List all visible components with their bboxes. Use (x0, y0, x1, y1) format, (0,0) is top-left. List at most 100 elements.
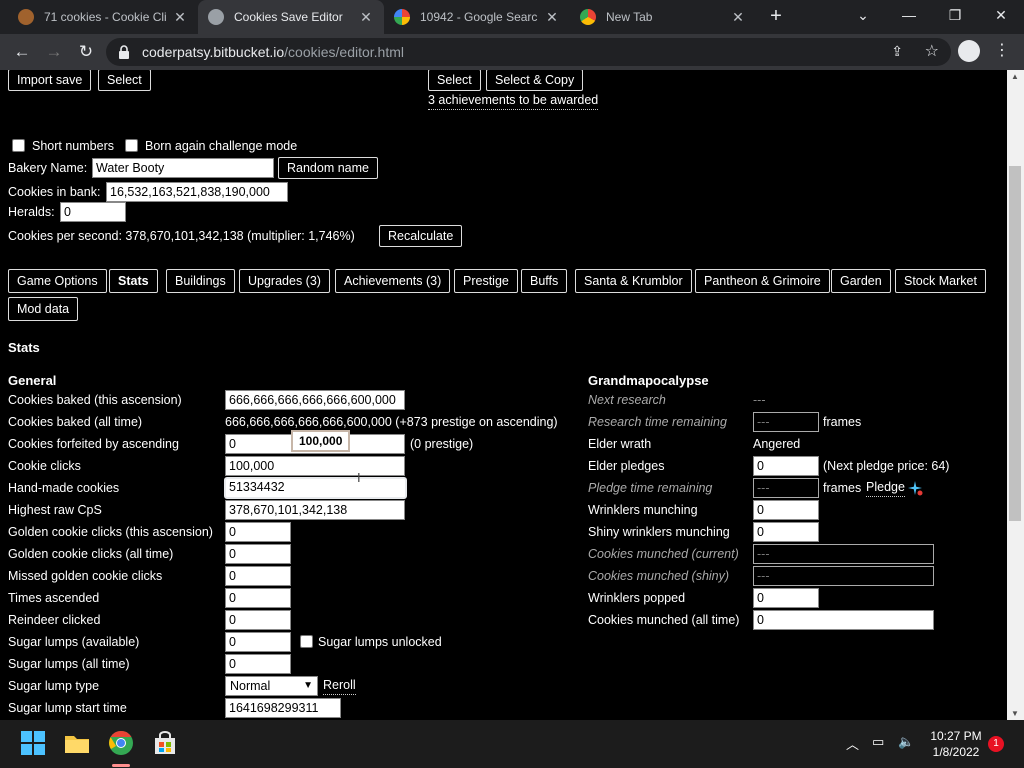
tab-santa-krumblor[interactable]: Santa & Krumblor (575, 269, 692, 293)
clock-time: 10:27 PM (930, 729, 982, 743)
cookies-in-bank-input[interactable]: 16,532,163,521,838,190,000 (106, 182, 288, 202)
new-tab-button[interactable]: + (764, 6, 788, 28)
cookies-munched-shiny-label: Cookies munched (shiny) (588, 569, 730, 583)
chevron-up-icon[interactable]: ︿ (846, 734, 859, 753)
address-bar[interactable]: coderpatsy.bitbucket.io/cookies/editor.h… (106, 38, 951, 66)
hand-made-cookies-input[interactable]: 51334432 (224, 477, 407, 499)
scroll-up-arrow-icon[interactable]: ▲ (1011, 72, 1019, 81)
recalculate-button[interactable]: Recalculate (379, 225, 463, 247)
select-copy-button[interactable]: Select & Copy (486, 70, 584, 91)
cookies-baked-all-time-value: 666,666,666,666,666,600,000 (+873 presti… (225, 415, 558, 429)
select-save-button[interactable]: Select (98, 70, 151, 91)
network-icon[interactable]: ▭ (872, 734, 884, 750)
tab-achievements[interactable]: Achievements (3) (335, 269, 451, 293)
cookies-per-second-text: Cookies per second: 378,670,101,342,138 … (8, 229, 355, 243)
wrinklers-popped-input[interactable]: 0 (753, 588, 819, 608)
tab-mod-data[interactable]: Mod data (8, 297, 79, 321)
elder-pledges-input[interactable]: 0 (753, 456, 819, 476)
page-scrollbar[interactable]: ▲ ▼ (1007, 70, 1024, 720)
cookies-baked-all-time-label: Cookies baked (all time) (8, 415, 143, 429)
sugar-lump-start-time-input[interactable]: 1641698299311 (225, 698, 341, 718)
scrollbar-thumb[interactable] (1009, 166, 1021, 521)
pledge-time-input[interactable]: --- (753, 478, 819, 498)
window-close-icon[interactable]: ✕ (978, 0, 1024, 34)
elder-wrath-value: Angered (753, 437, 801, 451)
close-icon[interactable]: ✕ (172, 9, 188, 26)
sugar-lumps-unlocked-checkbox[interactable] (300, 635, 313, 648)
scroll-down-arrow-icon[interactable]: ▼ (1011, 709, 1019, 718)
tab-garden[interactable]: Garden (831, 269, 891, 293)
times-ascended-input[interactable]: 0 (225, 588, 291, 608)
cookies-munched-all-time-input[interactable]: 0 (753, 610, 934, 630)
close-icon[interactable]: ✕ (544, 9, 560, 26)
browser-tab-save-editor[interactable]: Cookies Save Editor ✕ (198, 0, 384, 34)
bakery-name-input[interactable]: Water Booty (92, 158, 274, 178)
import-save-button[interactable]: Import save (8, 70, 92, 91)
back-arrow-icon[interactable]: ← (10, 40, 34, 64)
wrinklers-munching-label: Wrinklers munching (588, 503, 698, 517)
tab-stock-market[interactable]: Stock Market (895, 269, 986, 293)
restore-icon[interactable]: ❐ (932, 0, 978, 34)
tab-buffs[interactable]: Buffs (521, 269, 568, 293)
tab-prestige[interactable]: Prestige (454, 269, 518, 293)
taskbar-clock[interactable]: 10:27 PM 1/8/2022 (922, 728, 990, 760)
wrinklers-munching-input[interactable]: 0 (753, 500, 819, 520)
cookie-favicon-icon (18, 9, 34, 25)
grandmapocalypse-heading: Grandmapocalypse (588, 373, 709, 388)
shiny-wrinklers-input[interactable]: 0 (753, 522, 819, 542)
tab-search-chevron-icon[interactable]: ⌄ (840, 0, 886, 34)
research-time-unit: frames (823, 415, 862, 429)
close-icon[interactable]: ✕ (730, 9, 746, 26)
elder-pledges-label: Elder pledges (588, 459, 665, 473)
born-again-checkbox[interactable] (125, 139, 138, 152)
tab-title: 10942 - Google Search (420, 10, 538, 24)
minimize-icon[interactable]: — (886, 0, 932, 34)
sugar-lump-start-time-label: Sugar lump start time (8, 701, 127, 715)
tab-stats[interactable]: Stats (109, 269, 158, 293)
cookies-baked-ascension-input[interactable]: 666,666,666,666,666,600,000 (225, 390, 405, 410)
browser-tab-cookie-clicker[interactable]: 71 cookies - Cookie Cli ✕ (8, 0, 198, 34)
file-explorer-icon[interactable] (64, 730, 90, 756)
highest-raw-cps-input[interactable]: 378,670,101,342,138 (225, 500, 405, 520)
pledge-link[interactable]: Pledge (866, 478, 905, 497)
reindeer-clicked-input[interactable]: 0 (225, 610, 291, 630)
tab-upgrades[interactable]: Upgrades (3) (239, 269, 330, 293)
reroll-link[interactable]: Reroll (323, 676, 356, 695)
menu-kebab-icon[interactable]: ⋮ (992, 40, 1012, 60)
achievements-awarded-link[interactable]: 3 achievements to be awarded (428, 91, 599, 110)
sugar-lump-type-select[interactable]: Normal ▼ (225, 676, 318, 696)
reload-icon[interactable]: ↻ (74, 40, 98, 64)
sugar-lumps-unlocked-label: Sugar lumps unlocked (318, 635, 442, 649)
golden-clicks-ascension-input[interactable]: 0 (225, 522, 291, 542)
windows-taskbar: ︿ ▭ 🔈 10:27 PM 1/8/2022 1 (0, 720, 1024, 768)
bookmark-star-icon[interactable]: ☆ (925, 41, 939, 61)
chrome-taskbar-icon[interactable] (108, 730, 134, 756)
autocomplete-tooltip[interactable]: 100,000 (291, 430, 351, 452)
close-icon[interactable]: ✕ (358, 9, 374, 26)
tab-pantheon-grimoire[interactable]: Pantheon & Grimoire (695, 269, 830, 293)
share-icon[interactable]: ⇪ (891, 43, 903, 60)
volume-icon[interactable]: 🔈 (898, 734, 914, 750)
notification-badge[interactable]: 1 (988, 736, 1004, 752)
browser-tab-google-search[interactable]: 10942 - Google Search ✕ (384, 0, 570, 34)
profile-avatar-icon[interactable] (958, 40, 980, 62)
browser-tab-new-tab[interactable]: New Tab ✕ (570, 0, 756, 34)
research-time-input[interactable]: --- (753, 412, 819, 432)
cookies-munched-current-input[interactable]: --- (753, 544, 934, 564)
random-name-button[interactable]: Random name (278, 157, 378, 179)
sugar-lumps-available-input[interactable]: 0 (225, 632, 291, 652)
tab-buildings[interactable]: Buildings (166, 269, 235, 293)
missed-golden-clicks-input[interactable]: 0 (225, 566, 291, 586)
tab-game-options[interactable]: Game Options (8, 269, 107, 293)
heralds-input[interactable]: 0 (60, 202, 126, 222)
golden-clicks-all-time-input[interactable]: 0 (225, 544, 291, 564)
windows-start-icon[interactable] (20, 730, 46, 756)
select-export-button[interactable]: Select (428, 70, 481, 91)
forward-arrow-icon[interactable]: → (42, 40, 66, 64)
microsoft-store-icon[interactable] (152, 730, 178, 756)
sugar-lumps-all-time-input[interactable]: 0 (225, 654, 291, 674)
cookies-munched-shiny-input[interactable]: --- (753, 566, 934, 586)
short-numbers-checkbox[interactable] (12, 139, 25, 152)
cookie-clicks-input[interactable]: 100,000 (225, 456, 405, 476)
tab-title: 71 cookies - Cookie Cli (44, 10, 166, 24)
